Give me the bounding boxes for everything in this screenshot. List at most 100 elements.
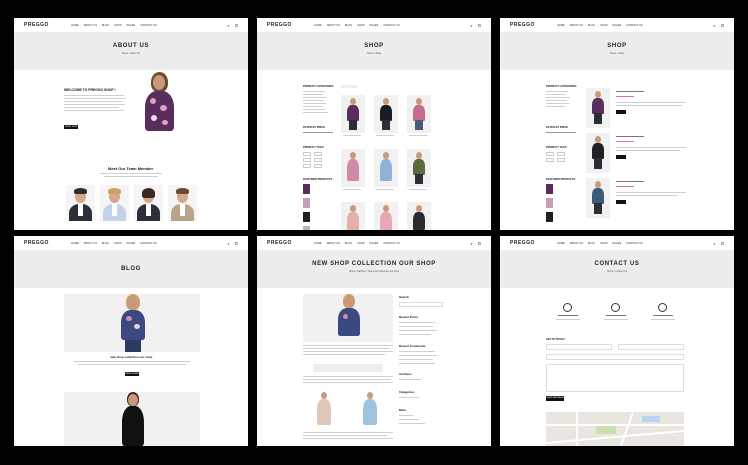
logo[interactable]: PREGGO [24, 240, 49, 246]
menu-item-blog[interactable]: BLOG [102, 242, 109, 245]
menu-item-blog[interactable]: BLOG [345, 242, 352, 245]
text-line [64, 101, 122, 103]
search-icon[interactable]: ⌕ [227, 241, 229, 246]
search-icon[interactable]: ⌕ [713, 23, 715, 28]
cart-icon[interactable]: ⊡ [478, 23, 481, 28]
contact-page-preview: PREGGO HOME ABOUT US BLOG SHOP PAGES CON… [500, 236, 734, 446]
logo[interactable]: PREGGO [24, 22, 49, 28]
form-heading: GET IN TOUCH [546, 338, 565, 341]
menu-item-pages[interactable]: PAGES [370, 24, 379, 27]
menu-item-about[interactable]: ABOUT US [570, 242, 583, 245]
menu-item-home[interactable]: HOME [557, 24, 565, 27]
main-menu: HOME ABOUT US BLOG SHOP PAGES CONTACT US [314, 24, 400, 27]
email-input[interactable] [618, 344, 684, 350]
text-line [64, 104, 125, 106]
breadcrumb: Home / Shop [610, 52, 624, 55]
logo[interactable]: PREGGO [267, 240, 292, 246]
top-navbar: PREGGO HOME ABOUT US BLOG SHOP PAGES CON… [14, 236, 248, 250]
menu-item-blog[interactable]: BLOG [345, 24, 352, 27]
logo[interactable]: PREGGO [510, 240, 535, 246]
main-menu: HOME ABOUT US BLOG SHOP PAGES CONTACT US [557, 24, 643, 27]
cart-icon[interactable]: ⊡ [721, 241, 724, 246]
welcome-heading: WELCOME TO PREGGO SHOP ! [64, 88, 116, 92]
page-hero: SHOP Home / Shop [257, 32, 491, 70]
blog-post-title[interactable]: new shop collection our shop [110, 355, 152, 359]
cart-icon[interactable]: ⊡ [235, 241, 238, 246]
menu-item-about[interactable]: ABOUT US [84, 24, 97, 27]
menu-item-about[interactable]: ABOUT US [327, 242, 340, 245]
search-icon[interactable]: ⌕ [713, 241, 715, 246]
cart-icon[interactable]: ⊡ [721, 23, 724, 28]
add-to-cart-button[interactable] [616, 155, 626, 159]
menu-item-home[interactable]: HOME [71, 24, 79, 27]
read-more-button[interactable]: READ MORE [125, 372, 139, 376]
search-icon[interactable]: ⌕ [470, 241, 472, 246]
menu-item-pages[interactable]: PAGES [127, 24, 136, 27]
logo[interactable]: PREGGO [267, 22, 292, 28]
main-menu: HOME ABOUT US BLOG SHOP PAGES CONTACT US [314, 242, 400, 245]
menu-item-about[interactable]: ABOUT US [570, 24, 583, 27]
add-to-cart-button[interactable] [616, 200, 626, 204]
menu-item-home[interactable]: HOME [71, 242, 79, 245]
send-message-button[interactable]: SEND MESSAGE [546, 396, 564, 401]
menu-item-contact[interactable]: CONTACT US [626, 242, 643, 245]
name-input[interactable] [546, 344, 612, 350]
phone-icon [611, 303, 620, 312]
search-icon[interactable]: ⌕ [470, 23, 472, 28]
menu-item-about[interactable]: ABOUT US [84, 242, 97, 245]
blog-page-preview: PREGGO HOME ABOUT US BLOG SHOP PAGES CON… [14, 236, 248, 446]
logo[interactable]: PREGGO [510, 22, 535, 28]
menu-item-home[interactable]: HOME [314, 242, 322, 245]
search-input[interactable] [399, 302, 443, 307]
page-title: NEW SHOP COLLECTION OUR SHOP [312, 261, 436, 267]
shop-now-button[interactable]: SHOP NOW [64, 125, 78, 129]
menu-item-contact[interactable]: CONTACT US [140, 242, 157, 245]
menu-item-about[interactable]: ABOUT US [327, 24, 340, 27]
team-member-card [66, 185, 95, 221]
page-title: ABOUT US [112, 43, 150, 49]
cart-icon[interactable]: ⊡ [235, 23, 238, 28]
location-map[interactable] [546, 412, 684, 446]
menu-item-home[interactable]: HOME [314, 24, 322, 27]
search-icon[interactable]: ⌕ [227, 23, 229, 28]
menu-item-contact[interactable]: CONTACT US [383, 242, 400, 245]
sort-select[interactable] [341, 85, 357, 88]
page-hero: NEW SHOP COLLECTION OUR SHOP Home / Fash… [257, 250, 491, 288]
menu-item-blog[interactable]: BLOG [102, 24, 109, 27]
menu-item-pages[interactable]: PAGES [613, 242, 622, 245]
menu-item-contact[interactable]: CONTACT US [383, 24, 400, 27]
page-hero: BLOG [14, 250, 248, 288]
message-textarea[interactable] [546, 364, 684, 392]
recent-comments-heading: Recent Comments [399, 344, 426, 348]
menu-item-shop[interactable]: SHOP [600, 24, 607, 27]
main-menu: HOME ABOUT US BLOG SHOP PAGES CONTACT US [557, 242, 643, 245]
showcase-stage: PREGGO HOME ABOUT US BLOG SHOP PAGES CON… [0, 0, 748, 465]
subject-input[interactable] [546, 354, 684, 360]
sidebar-categories-heading: PRODUCT CATEGORIES [303, 85, 334, 88]
menu-item-pages[interactable]: PAGES [127, 242, 136, 245]
menu-item-contact[interactable]: CONTACT US [626, 24, 643, 27]
menu-item-blog[interactable]: BLOG [588, 242, 595, 245]
about-page-preview: PREGGO HOME ABOUT US BLOG SHOP PAGES CON… [14, 18, 248, 230]
top-navbar: PREGGO HOME ABOUT US BLOG SHOP PAGES CON… [500, 18, 734, 32]
menu-item-shop[interactable]: SHOP [114, 24, 121, 27]
text-line [100, 173, 162, 175]
add-to-cart-button[interactable] [616, 110, 626, 114]
menu-item-contact[interactable]: CONTACT US [140, 24, 157, 27]
sidebar-search-heading: Search [399, 295, 410, 299]
menu-item-home[interactable]: HOME [557, 242, 565, 245]
menu-item-shop[interactable]: SHOP [600, 242, 607, 245]
price-slider[interactable] [546, 132, 576, 134]
menu-item-shop[interactable]: SHOP [357, 242, 364, 245]
main-menu: HOME ABOUT US BLOG SHOP PAGES CONTACT US [71, 242, 157, 245]
page-title: CONTACT US [594, 261, 640, 267]
menu-item-pages[interactable]: PAGES [370, 242, 379, 245]
cart-icon[interactable]: ⊡ [478, 241, 481, 246]
menu-item-shop[interactable]: SHOP [357, 24, 364, 27]
menu-item-pages[interactable]: PAGES [613, 24, 622, 27]
top-navbar: PREGGO HOME ABOUT US BLOG SHOP PAGES CON… [257, 236, 491, 250]
text-line [104, 176, 158, 178]
menu-item-shop[interactable]: SHOP [114, 242, 121, 245]
price-slider[interactable] [303, 132, 333, 134]
menu-item-blog[interactable]: BLOG [588, 24, 595, 27]
